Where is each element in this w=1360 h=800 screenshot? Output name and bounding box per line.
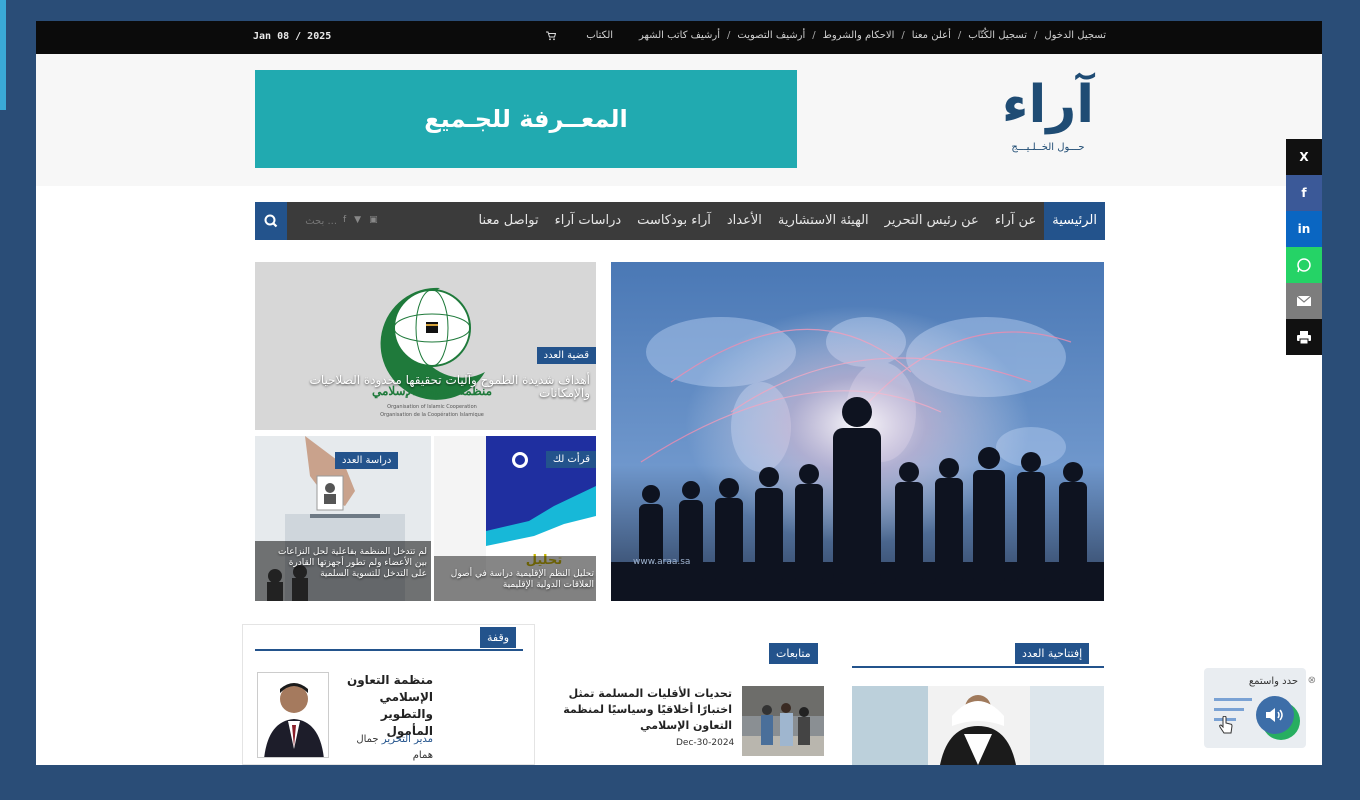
top-links: تسجيل الدخول / تسجيل الكُتّاب / أعلن معن… [546, 30, 1106, 41]
nav-items: الرئيسية عن آراء عن رئيس التحرير الهيئة … [471, 202, 1105, 240]
x-icon: X [1299, 150, 1309, 164]
share-whatsapp-button[interactable] [1286, 247, 1322, 283]
share-email-button[interactable] [1286, 283, 1322, 319]
listen-widget-label: حدد واستمع [1248, 676, 1298, 687]
whatsapp-icon [1297, 258, 1311, 273]
editorial-section-label[interactable]: إفتتاحية العدد [1015, 643, 1090, 664]
linkedin-icon: in [1297, 222, 1311, 236]
facebook-icon: f [1301, 186, 1307, 200]
logo-text: آراء [1001, 75, 1095, 135]
category-label[interactable]: دراسة العدد [335, 452, 399, 469]
follow-ups-article-date: Dec-30-2024 [676, 738, 735, 748]
terms-link[interactable]: الاحكام والشروط [823, 30, 895, 41]
follow-ups-section-label[interactable]: متابعات [769, 643, 818, 664]
category-label[interactable]: قرأت لك [545, 451, 596, 468]
svg-text:Organisation de la Coopération: Organisation de la Coopération Islamique [380, 411, 484, 418]
share-facebook-button[interactable]: f [1286, 175, 1322, 211]
nav-item-contact[interactable]: تواصل معنا [471, 202, 547, 240]
featured-article-issue-study[interactable]: دراسة العدد لم تتدخل المنظمة بفاعلية لحل… [255, 436, 431, 601]
listen-play-button[interactable] [1256, 696, 1294, 734]
youtube-icon[interactable]: ▣ [369, 215, 378, 225]
share-print-button[interactable] [1286, 319, 1322, 355]
author-role: مدير التحرير [381, 734, 433, 745]
print-icon [1297, 330, 1311, 344]
svg-text:Organisation of Islamic Cooper: Organisation of Islamic Cooperation [387, 404, 477, 410]
nav-item-studies[interactable]: دراسات آراء [547, 202, 630, 240]
logo-subtitle: حـــول الخــلـيـــج [1011, 142, 1085, 153]
banner-text: المعــرفة للجـميع [424, 105, 628, 133]
left-accent-strip [0, 0, 6, 110]
pause-section-underline [255, 649, 523, 651]
nav-social-icons: f ▼ ▣ [343, 215, 378, 225]
facebook-icon[interactable]: f [343, 215, 346, 225]
featured-article-read-for-you[interactable]: تحليل قرأت لك تحليل النظم الإقليمية دراس… [434, 436, 596, 601]
nav-item-home[interactable]: الرئيسية [1044, 202, 1105, 240]
nav-item-issues[interactable]: الأعداد [719, 202, 770, 240]
search-input[interactable] [291, 208, 337, 234]
street-people-image [742, 686, 824, 756]
site-logo[interactable]: آراء حـــول الخــلـيـــج [992, 72, 1104, 168]
nav-item-about[interactable]: عن آراء [987, 202, 1044, 240]
pause-author: مدير التحرير جمال همام [337, 732, 433, 764]
listen-line [1214, 708, 1244, 711]
books-link[interactable]: الكتاب [586, 30, 613, 41]
share-x-button[interactable]: X [1286, 139, 1322, 175]
writer-register-link[interactable]: تسجيل الكُتّاب [968, 30, 1027, 41]
follow-ups-thumbnail[interactable] [742, 686, 824, 756]
nav-item-advisory-board[interactable]: الهيئة الاستشارية [770, 202, 877, 240]
featured-main-article[interactable]: www.araa.sa [611, 262, 1104, 601]
select-and-listen-widget[interactable]: حدد واستمع ⊗ [1204, 668, 1316, 748]
writer-of-month-archive-link[interactable]: أرشيف كاتب الشهر [639, 30, 720, 41]
share-bar: X f in [1286, 139, 1322, 355]
top-bar: Jan 08 / 2025 تسجيل الدخول / تسجيل الكُت… [36, 21, 1322, 54]
pause-article-title[interactable]: منظمة التعاون الإسلامي والتطوير المأمول [337, 672, 433, 740]
current-date: Jan 08 / 2025 [253, 31, 332, 42]
pause-section-label[interactable]: وقفة [480, 627, 517, 648]
world-map-silhouettes-image: www.araa.sa [611, 262, 1104, 601]
featured-top-title[interactable]: أهداف شديدة الطموح وآليات تحقيقها محدودة… [260, 374, 590, 400]
share-linkedin-button[interactable]: in [1286, 211, 1322, 247]
site-header: المعــرفة للجـميع آراء حـــول الخــلـيــ… [36, 54, 1322, 186]
follow-ups-article-title[interactable]: تحديات الأقليات المسلمة تمثل اختبارًا أخ… [560, 686, 732, 734]
featured-article-issue-topic[interactable]: منظمة التعاون الإسلامي Organisation of I… [255, 262, 596, 430]
main-nav: الرئيسية عن آراء عن رئيس التحرير الهيئة … [255, 202, 1105, 240]
featured-bottom-mid-title[interactable]: تحليل النظم الإقليمية دراسة في أصول العل… [440, 569, 594, 591]
category-label[interactable]: قضية العدد [536, 347, 596, 364]
email-icon [1297, 296, 1311, 306]
oic-logo-image: منظمة التعاون الإسلامي Organisation of I… [255, 262, 596, 430]
editorial-portrait-image [852, 686, 1104, 765]
search-icon [264, 214, 278, 228]
poll-archive-link[interactable]: أرشيف التصويت [737, 30, 805, 41]
close-icon[interactable]: ⊗ [1308, 675, 1316, 686]
cart-icon[interactable] [546, 31, 557, 41]
author-portrait-image [258, 673, 328, 757]
login-link[interactable]: تسجيل الدخول [1044, 30, 1106, 41]
hand-pointer-icon [1218, 715, 1234, 736]
editorial-image[interactable] [852, 686, 1104, 765]
header-banner[interactable]: المعــرفة للجـميع [255, 70, 797, 168]
nav-item-podcast[interactable]: آراء بودكاست [629, 202, 719, 240]
twitter-icon[interactable]: ▼ [354, 215, 361, 225]
search-button[interactable] [255, 202, 287, 240]
nav-item-editor-in-chief[interactable]: عن رئيس التحرير [877, 202, 987, 240]
editorial-section-underline [852, 666, 1104, 668]
featured-bottom-left-title[interactable]: لم تتدخل المنظمة بفاعلية لحل النزاعات بي… [277, 547, 427, 580]
browser-viewport: Jan 08 / 2025 تسجيل الدخول / تسجيل الكُت… [36, 21, 1322, 765]
advertise-link[interactable]: أعلن معنا [912, 30, 951, 41]
image-watermark: www.araa.sa [633, 557, 690, 567]
author-photo[interactable] [257, 672, 329, 758]
speaker-icon [1266, 708, 1283, 722]
listen-line [1214, 698, 1252, 701]
